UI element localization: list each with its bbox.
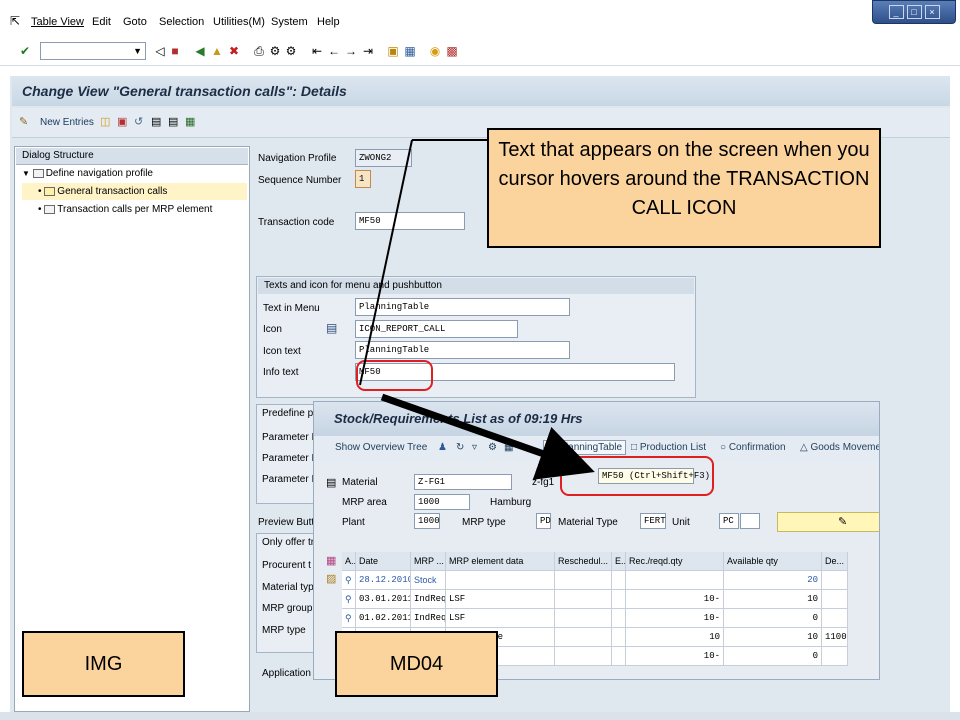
img-label-box: IMG <box>22 631 185 697</box>
callout-box: Text that appears on the screen when you… <box>487 128 881 248</box>
info-text-to-tooltip-arrow <box>380 393 595 480</box>
md04-label-box: MD04 <box>335 631 498 697</box>
callout-pointer-line <box>359 139 413 386</box>
status-bar <box>0 712 960 720</box>
annotation-arrows <box>359 139 595 480</box>
